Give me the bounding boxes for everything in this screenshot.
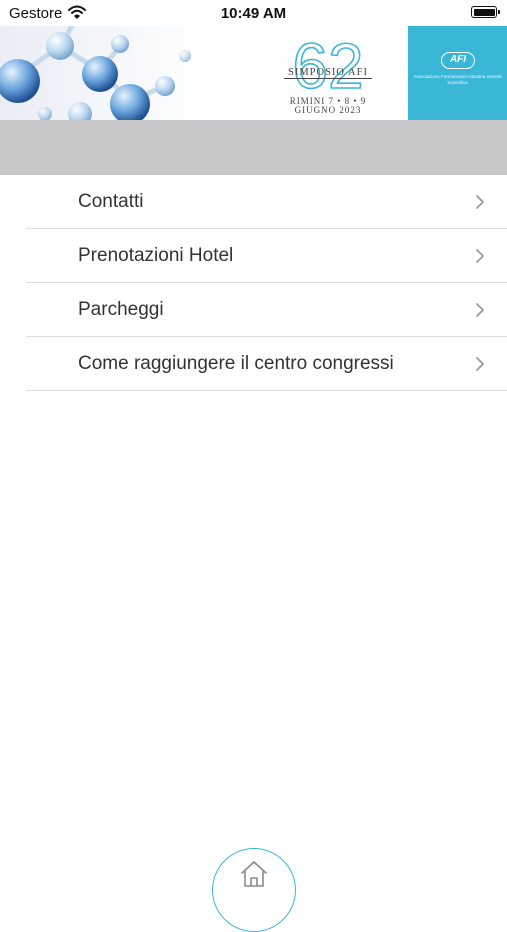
menu-item-prenotazioni-hotel[interactable]: Prenotazioni Hotel	[26, 229, 507, 283]
section-header-bar	[0, 120, 507, 175]
chevron-right-icon	[475, 302, 485, 323]
status-bar: Gestore 10:49 AM	[0, 0, 507, 26]
menu-item-label: Contatti	[78, 191, 144, 212]
menu-item-label: Prenotazioni Hotel	[78, 245, 234, 266]
menu-item-label: Come raggiungere il centro congressi	[78, 353, 394, 374]
event-number: 62	[292, 30, 363, 102]
chevron-right-icon	[475, 356, 485, 377]
menu-item-come-raggiungere[interactable]: Come raggiungere il centro congressi	[26, 337, 507, 391]
menu-item-contatti[interactable]: Contatti	[26, 175, 507, 229]
org-logo: AFI	[441, 52, 475, 69]
home-icon	[239, 859, 269, 894]
status-time: 10:49 AM	[220, 5, 287, 22]
event-banner: 62 SIMPOSIO AFI RIMINI 7 • 8 • 9 GIUGNO …	[0, 26, 507, 120]
event-name: SIMPOSIO AFI	[284, 67, 372, 79]
info-menu-list: Contatti Prenotazioni Hotel Parcheggi Co…	[0, 175, 507, 391]
home-button[interactable]	[212, 848, 296, 932]
org-name: Associazione Farmaceutici Industria Soci…	[413, 74, 502, 85]
event-month-year: GIUGNO 2023	[294, 105, 362, 115]
menu-item-label: Parcheggi	[78, 299, 164, 320]
menu-item-parcheggi[interactable]: Parcheggi	[26, 283, 507, 337]
molecules-image	[0, 26, 215, 120]
org-logo-panel: AFI Associazione Farmaceutici Industria …	[408, 26, 507, 120]
chevron-right-icon	[475, 194, 485, 215]
chevron-right-icon	[475, 248, 485, 269]
battery-icon	[471, 6, 500, 18]
